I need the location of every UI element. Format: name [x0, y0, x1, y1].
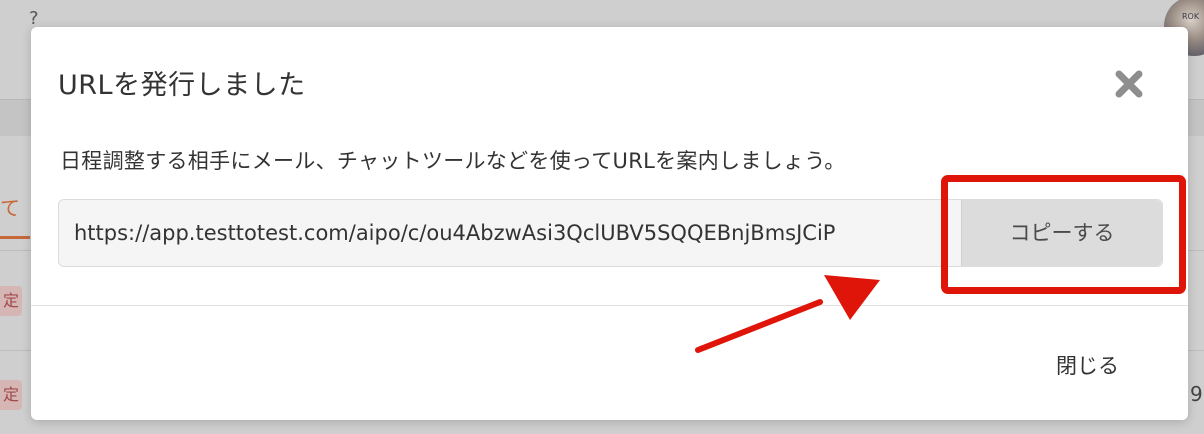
background-status-badge: 定	[0, 380, 22, 410]
background-row-text: 9	[1190, 382, 1203, 406]
dialog-footer-divider	[31, 305, 1188, 306]
avatar-label: ROK	[1182, 12, 1200, 21]
background-status-badge: 定	[0, 286, 22, 316]
close-x-icon[interactable]	[1114, 69, 1144, 99]
url-issued-dialog: URLを発行しました 日程調整する相手にメール、チャットツールなどを使ってURL…	[31, 27, 1188, 420]
copy-button[interactable]: コピーする	[961, 200, 1162, 266]
background-active-tab-label: て	[0, 196, 20, 220]
url-copy-group: コピーする	[58, 199, 1163, 267]
dialog-description: 日程調整する相手にメール、チャットツールなどを使ってURLを案内しましょう。	[60, 149, 846, 173]
background-header-text: ?	[29, 8, 39, 29]
close-dialog-button[interactable]: 閉じる	[1056, 350, 1119, 380]
background-active-tab-underline	[0, 236, 30, 239]
dialog-title: URLを発行しました	[58, 70, 306, 101]
close-x-icon-svg	[1115, 70, 1143, 98]
issued-url-field[interactable]	[59, 200, 961, 266]
